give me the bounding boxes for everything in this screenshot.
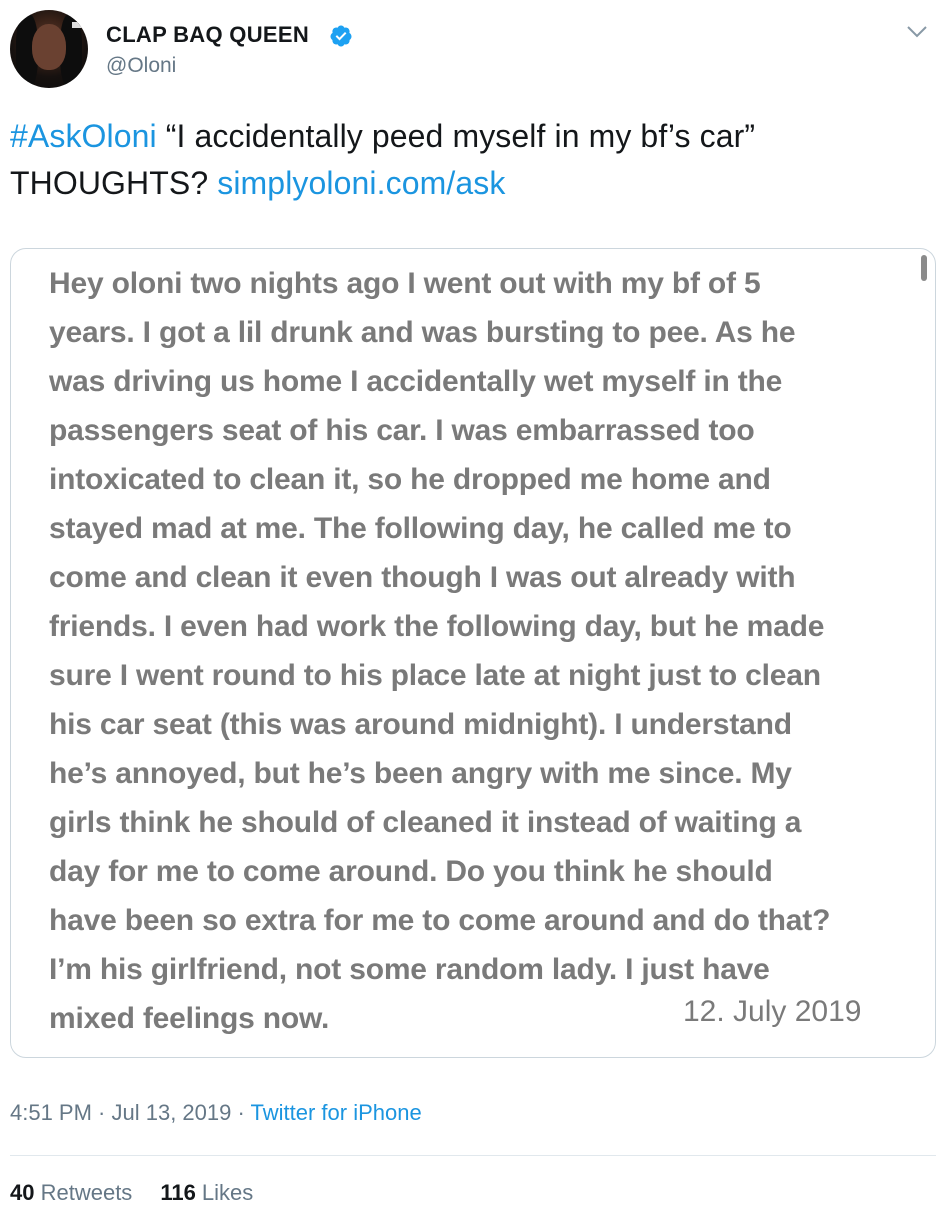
tweet-source-link[interactable]: Twitter for iPhone [251, 1100, 422, 1125]
retweets-label: Retweets [34, 1180, 133, 1205]
media-text-line: he’s annoyed, but he’s been angry with m… [49, 757, 792, 790]
user-handle[interactable]: @Oloni [106, 54, 176, 78]
avatar-corner-mark [72, 22, 82, 28]
media-text-line: have been so extra for me to come around… [49, 904, 831, 937]
likes-count: 116 [160, 1180, 196, 1205]
retweets-stat[interactable]: 40 Retweets [10, 1180, 132, 1205]
meta-separator: · [91, 1100, 112, 1125]
tweet-time[interactable]: 4:51 PM [10, 1100, 92, 1125]
tweet-text-part1: “I accidentally peed myself in my bf’s c… [156, 118, 756, 154]
display-name[interactable]: CLAP BAQ QUEEN [106, 22, 309, 48]
likes-label: Likes [195, 1180, 254, 1205]
media-text-line: Hey oloni two nights ago I went out with… [49, 267, 761, 300]
media-text-line: day for me to come around. Do you think … [49, 855, 773, 888]
tweet-header: CLAP BAQ QUEEN @Oloni [0, 0, 948, 100]
media-text-line: come and clean it even though I was out … [49, 561, 796, 594]
media-text-line: his car seat (this was around midnight).… [49, 708, 792, 741]
scrollbar-thumb [921, 255, 927, 281]
avatar-face [32, 24, 66, 70]
divider [10, 1155, 936, 1156]
media-text-line: passengers seat of his car. I was embarr… [49, 414, 755, 447]
retweets-count: 40 [10, 1180, 35, 1205]
media-text-line: girls think he should of cleaned it inst… [49, 806, 802, 839]
tweet-media-image[interactable]: Hey oloni two nights ago I went out with… [10, 248, 936, 1058]
media-text-line: stayed mad at me. The following day, he … [49, 512, 792, 545]
hashtag-link[interactable]: #AskOloni [10, 118, 157, 154]
media-text-line: intoxicated to clean it, so he dropped m… [49, 463, 771, 496]
tweet-text-part2: THOUGHTS? [10, 165, 218, 201]
tweet-link[interactable]: simplyoloni.com/ask [217, 165, 505, 201]
verified-badge-icon [330, 25, 352, 47]
likes-stat[interactable]: 116 Likes [160, 1180, 253, 1205]
media-text-body: Hey oloni two nights ago I went out with… [49, 259, 909, 1043]
meta-separator: · [231, 1100, 251, 1125]
media-date: 12. July 2019 [683, 995, 862, 1028]
media-text-line: was driving us home I accidentally wet m… [49, 365, 783, 398]
tweet-stats: 40 Retweets 116 Likes [10, 1180, 253, 1206]
chevron-down-icon[interactable] [906, 24, 928, 40]
media-text-line: sure I went round to his place late at n… [49, 659, 821, 692]
tweet-text: #AskOloni “I accidentally peed myself in… [10, 113, 930, 207]
media-text-line: friends. I even had work the following d… [49, 610, 825, 643]
tweet-meta: 4:51 PM · Jul 13, 2019 · Twitter for iPh… [10, 1100, 422, 1126]
media-text-line: I’m his girlfriend, not some random lady… [49, 953, 770, 986]
media-text-line: years. I got a lil drunk and was burstin… [49, 316, 796, 349]
tweet-date[interactable]: Jul 13, 2019 [112, 1100, 232, 1125]
avatar[interactable] [10, 10, 88, 88]
